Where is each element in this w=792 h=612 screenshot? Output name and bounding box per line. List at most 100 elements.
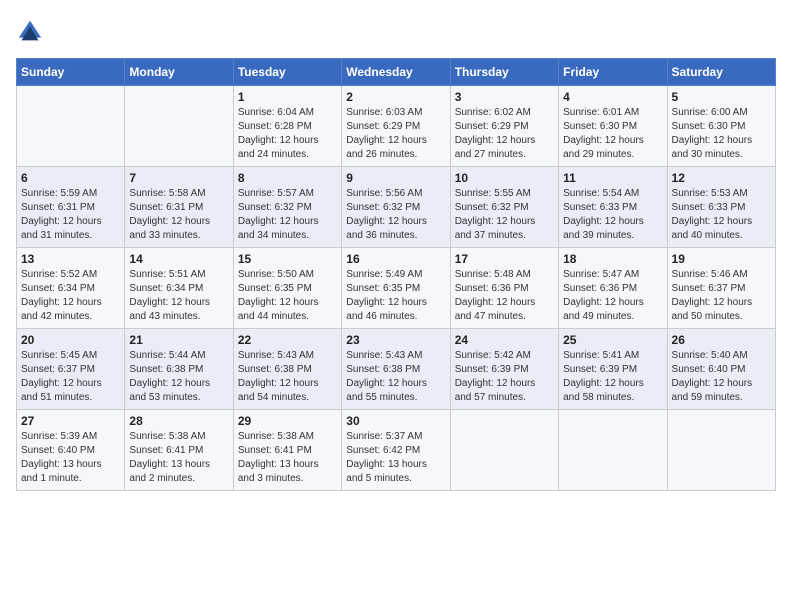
day-info: Sunrise: 5:42 AMSunset: 6:39 PMDaylight:… xyxy=(455,349,554,405)
day-number: 24 xyxy=(455,333,554,347)
calendar-cell xyxy=(125,86,233,167)
day-number: 10 xyxy=(455,171,554,185)
calendar-cell: 2 Sunrise: 6:03 AMSunset: 6:29 PMDaylight… xyxy=(342,86,450,167)
day-number: 18 xyxy=(563,252,662,266)
calendar-cell: 15 Sunrise: 5:50 AMSunset: 6:35 PMDayligh… xyxy=(233,248,341,329)
calendar-cell: 9Sunrise: 5:56 AMSunset: 6:32 PMDaylight… xyxy=(342,167,450,248)
day-number: 14 xyxy=(129,252,228,266)
header xyxy=(16,16,776,46)
calendar-cell: 21Sunrise: 5:44 AMSunset: 6:38 PMDayligh… xyxy=(125,329,233,410)
logo-icon xyxy=(16,18,44,46)
day-info: Sunrise: 5:46 AMSunset: 6:37 PMDaylight:… xyxy=(672,268,771,324)
day-number: 5 xyxy=(672,90,771,104)
day-number: 6 xyxy=(21,171,120,185)
day-info: Sunrise: 5:55 AMSunset: 6:32 PMDaylight:… xyxy=(455,187,554,243)
day-info: Sunrise: 5:59 AMSunset: 6:31 PMDaylight:… xyxy=(21,187,120,243)
day-info: Sunrise: 5:47 AMSunset: 6:36 PMDaylight:… xyxy=(563,268,662,324)
calendar-cell xyxy=(17,86,125,167)
calendar-cell: 30 Sunrise: 5:37 AMSunset: 6:42 PMDayligh… xyxy=(342,410,450,491)
day-number: 1 xyxy=(238,90,337,104)
day-info: Sunrise: 5:40 AMSunset: 6:40 PMDaylight:… xyxy=(672,349,771,405)
calendar-week-row: 20 Sunrise: 5:45 AMSunset: 6:37 PMDayligh… xyxy=(17,329,776,410)
day-info: Sunrise: 5:38 AMSunset: 6:41 PMDaylight:… xyxy=(129,430,228,486)
day-info: Sunrise: 5:51 AMSunset: 6:34 PMDaylight:… xyxy=(129,268,228,324)
day-info: Sunrise: 5:45 AMSunset: 6:37 PMDaylight:… xyxy=(21,349,120,405)
day-number: 12 xyxy=(672,171,771,185)
weekday-header: Monday xyxy=(125,59,233,86)
day-number: 13 xyxy=(21,252,120,266)
calendar-cell: 19 Sunrise: 5:46 AMSunset: 6:37 PMDayligh… xyxy=(667,248,775,329)
day-number: 19 xyxy=(672,252,771,266)
day-number: 17 xyxy=(455,252,554,266)
calendar-week-row: 6 Sunrise: 5:59 AMSunset: 6:31 PMDaylight… xyxy=(17,167,776,248)
day-info: Sunrise: 6:00 AMSunset: 6:30 PMDaylight:… xyxy=(672,106,771,162)
day-info: Sunrise: 5:49 AMSunset: 6:35 PMDaylight:… xyxy=(346,268,445,324)
calendar-cell: 7Sunrise: 5:58 AMSunset: 6:31 PMDaylight… xyxy=(125,167,233,248)
day-info: Sunrise: 5:56 AMSunset: 6:32 PMDaylight:… xyxy=(346,187,445,243)
day-number: 28 xyxy=(129,414,228,428)
calendar-cell: 8 Sunrise: 5:57 AMSunset: 6:32 PMDaylight… xyxy=(233,167,341,248)
logo xyxy=(16,16,48,46)
calendar-cell: 25 Sunrise: 5:41 AMSunset: 6:39 PMDayligh… xyxy=(559,329,667,410)
calendar-cell: 23 Sunrise: 5:43 AMSunset: 6:38 PMDayligh… xyxy=(342,329,450,410)
calendar-cell: 18 Sunrise: 5:47 AMSunset: 6:36 PMDayligh… xyxy=(559,248,667,329)
day-info: Sunrise: 5:57 AMSunset: 6:32 PMDaylight:… xyxy=(238,187,337,243)
weekday-header: Sunday xyxy=(17,59,125,86)
day-number: 4 xyxy=(563,90,662,104)
calendar-cell xyxy=(559,410,667,491)
day-number: 16 xyxy=(346,252,445,266)
day-info: Sunrise: 5:54 AMSunset: 6:33 PMDaylight:… xyxy=(563,187,662,243)
day-number: 21 xyxy=(129,333,228,347)
day-info: Sunrise: 5:43 AMSunset: 6:38 PMDaylight:… xyxy=(346,349,445,405)
day-info: Sunrise: 5:41 AMSunset: 6:39 PMDaylight:… xyxy=(563,349,662,405)
calendar-cell: 6 Sunrise: 5:59 AMSunset: 6:31 PMDaylight… xyxy=(17,167,125,248)
calendar-cell: 28 Sunrise: 5:38 AMSunset: 6:41 PMDayligh… xyxy=(125,410,233,491)
calendar-table: SundayMondayTuesdayWednesdayThursdayFrid… xyxy=(16,58,776,491)
day-info: Sunrise: 5:58 AMSunset: 6:31 PMDaylight:… xyxy=(129,187,228,243)
weekday-header: Tuesday xyxy=(233,59,341,86)
day-info: Sunrise: 6:04 AMSunset: 6:28 PMDaylight:… xyxy=(238,106,337,162)
day-info: Sunrise: 6:03 AMSunset: 6:29 PMDaylight:… xyxy=(346,106,445,162)
day-info: Sunrise: 5:52 AMSunset: 6:34 PMDaylight:… xyxy=(21,268,120,324)
day-number: 3 xyxy=(455,90,554,104)
day-info: Sunrise: 6:01 AMSunset: 6:30 PMDaylight:… xyxy=(563,106,662,162)
calendar-cell: 5 Sunrise: 6:00 AMSunset: 6:30 PMDaylight… xyxy=(667,86,775,167)
header-row: SundayMondayTuesdayWednesdayThursdayFrid… xyxy=(17,59,776,86)
day-info: Sunrise: 5:50 AMSunset: 6:35 PMDaylight:… xyxy=(238,268,337,324)
weekday-header: Saturday xyxy=(667,59,775,86)
calendar-week-row: 27Sunrise: 5:39 AMSunset: 6:40 PMDayligh… xyxy=(17,410,776,491)
weekday-header: Thursday xyxy=(450,59,558,86)
calendar-cell: 10 Sunrise: 5:55 AMSunset: 6:32 PMDayligh… xyxy=(450,167,558,248)
calendar-cell: 16 Sunrise: 5:49 AMSunset: 6:35 PMDayligh… xyxy=(342,248,450,329)
calendar-cell: 17 Sunrise: 5:48 AMSunset: 6:36 PMDayligh… xyxy=(450,248,558,329)
day-number: 26 xyxy=(672,333,771,347)
day-number: 2 xyxy=(346,90,445,104)
day-number: 8 xyxy=(238,171,337,185)
calendar-cell: 3 Sunrise: 6:02 AMSunset: 6:29 PMDaylight… xyxy=(450,86,558,167)
calendar-cell: 22Sunrise: 5:43 AMSunset: 6:38 PMDayligh… xyxy=(233,329,341,410)
day-number: 25 xyxy=(563,333,662,347)
day-info: Sunrise: 5:38 AMSunset: 6:41 PMDaylight:… xyxy=(238,430,337,486)
calendar-week-row: 13 Sunrise: 5:52 AMSunset: 6:34 PMDayligh… xyxy=(17,248,776,329)
weekday-header: Wednesday xyxy=(342,59,450,86)
day-number: 11 xyxy=(563,171,662,185)
calendar-cell: 1 Sunrise: 6:04 AMSunset: 6:28 PMDaylight… xyxy=(233,86,341,167)
day-info: Sunrise: 5:37 AMSunset: 6:42 PMDaylight:… xyxy=(346,430,445,486)
calendar-cell xyxy=(450,410,558,491)
calendar-cell: 26 Sunrise: 5:40 AMSunset: 6:40 PMDayligh… xyxy=(667,329,775,410)
day-number: 29 xyxy=(238,414,337,428)
calendar-cell xyxy=(667,410,775,491)
calendar-cell: 27Sunrise: 5:39 AMSunset: 6:40 PMDayligh… xyxy=(17,410,125,491)
day-info: Sunrise: 5:48 AMSunset: 6:36 PMDaylight:… xyxy=(455,268,554,324)
calendar-cell: 12Sunrise: 5:53 AMSunset: 6:33 PMDayligh… xyxy=(667,167,775,248)
day-number: 15 xyxy=(238,252,337,266)
day-number: 23 xyxy=(346,333,445,347)
day-number: 20 xyxy=(21,333,120,347)
day-info: Sunrise: 5:43 AMSunset: 6:38 PMDaylight:… xyxy=(238,349,337,405)
calendar-cell: 20 Sunrise: 5:45 AMSunset: 6:37 PMDayligh… xyxy=(17,329,125,410)
day-number: 30 xyxy=(346,414,445,428)
calendar-cell: 14 Sunrise: 5:51 AMSunset: 6:34 PMDayligh… xyxy=(125,248,233,329)
day-info: Sunrise: 6:02 AMSunset: 6:29 PMDaylight:… xyxy=(455,106,554,162)
calendar-week-row: 1 Sunrise: 6:04 AMSunset: 6:28 PMDaylight… xyxy=(17,86,776,167)
day-info: Sunrise: 5:39 AMSunset: 6:40 PMDaylight:… xyxy=(21,430,120,486)
